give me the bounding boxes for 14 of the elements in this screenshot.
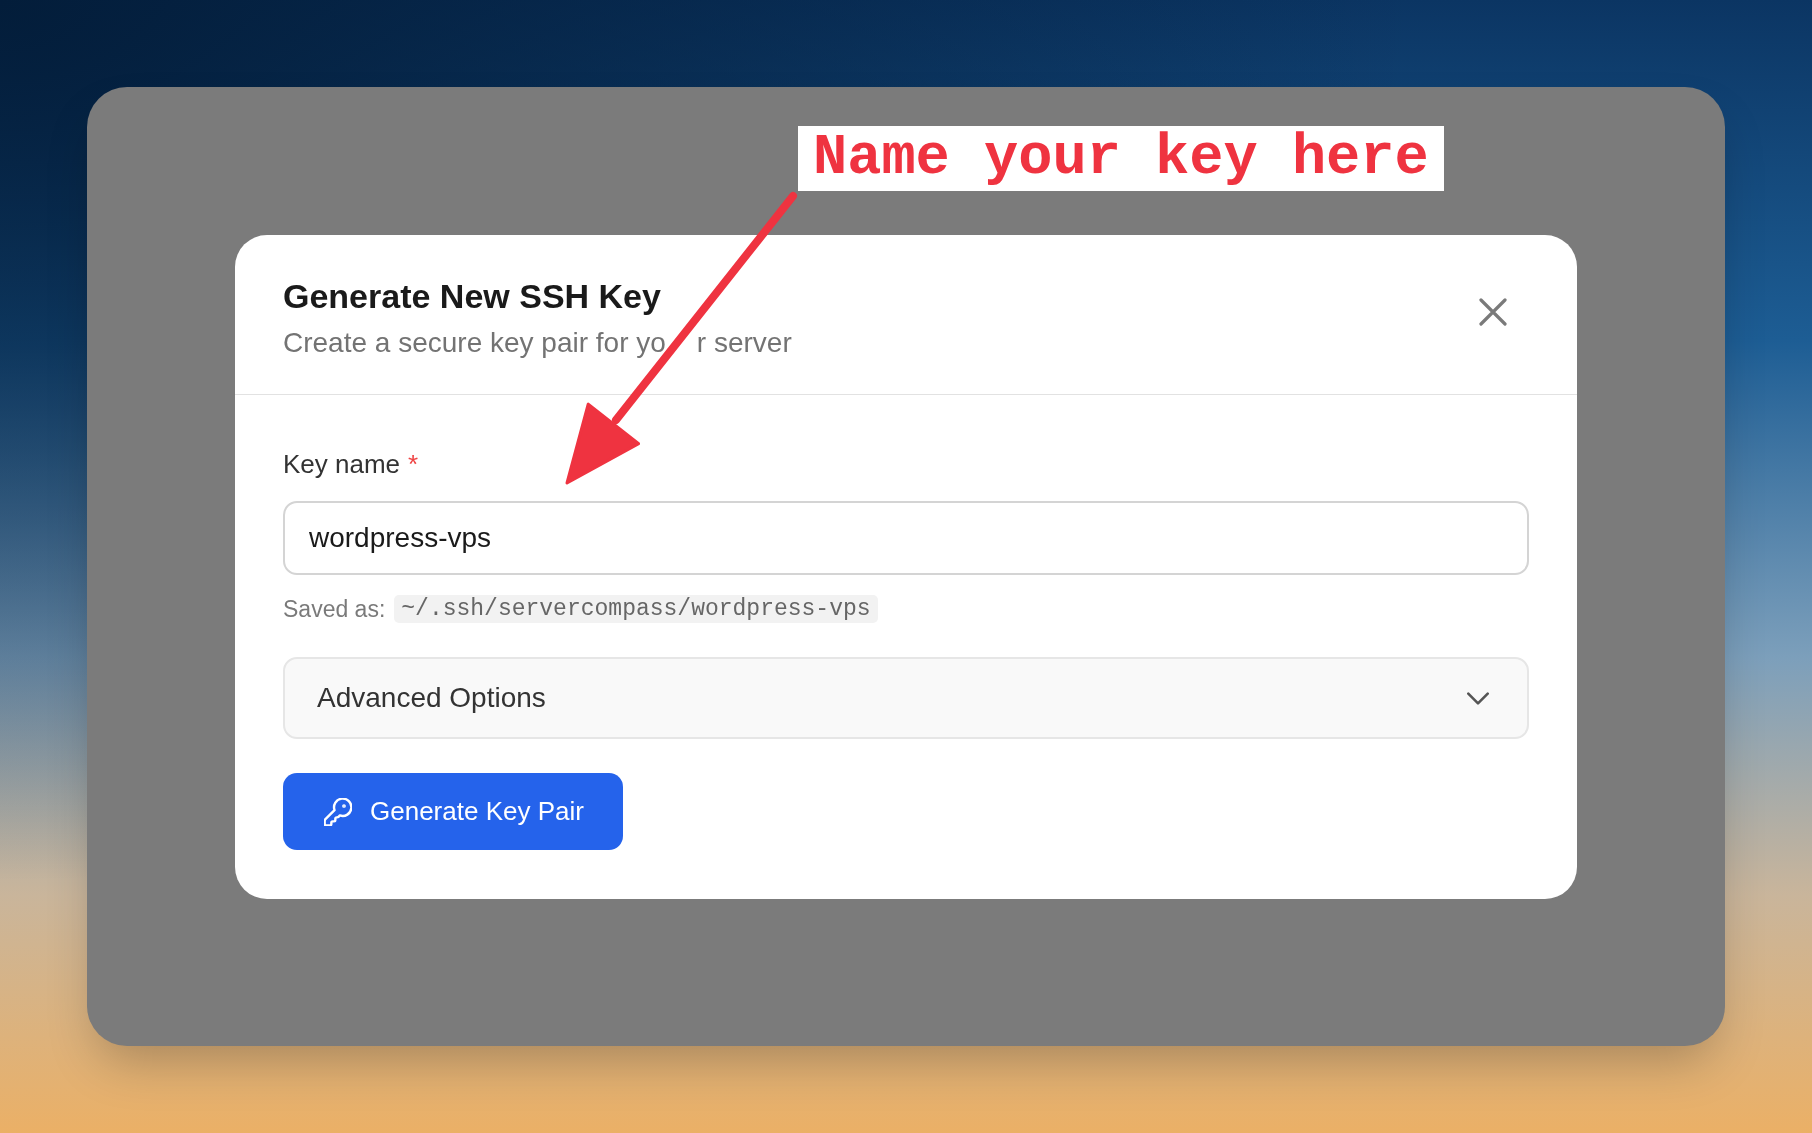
- required-mark: *: [408, 448, 419, 480]
- key-icon: [324, 797, 352, 826]
- saved-path: ~/.ssh/servercompass/wordpress-vps: [394, 595, 878, 623]
- field-label: Key name: [283, 448, 401, 480]
- close-icon: [1479, 297, 1507, 326]
- dialog-subtitle: Create a secure key pair for yo: [283, 329, 666, 357]
- close-button[interactable]: [1479, 297, 1507, 326]
- advanced-options-toggle[interactable]: Advanced Options: [283, 657, 1529, 739]
- key-name-input[interactable]: wordpress-vps: [283, 501, 1529, 575]
- dialog-subtitle: r server: [696, 329, 792, 357]
- annotation-label: Name your key here: [798, 126, 1444, 191]
- saved-as-label: Saved as:: [283, 595, 386, 623]
- generate-key-pair-button[interactable]: Generate Key Pair: [283, 773, 623, 850]
- dialog-title: Generate New SSH Key: [283, 276, 662, 316]
